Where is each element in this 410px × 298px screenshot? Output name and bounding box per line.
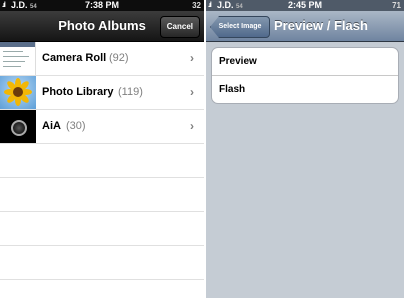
chevron-right-icon: › xyxy=(190,85,194,99)
photo-albums-screen: .ıl J.D. 54 7:38 PM 32 Photo Albums Canc… xyxy=(0,0,204,298)
cancel-button[interactable]: Cancel xyxy=(159,16,200,38)
chevron-right-icon: › xyxy=(190,51,194,65)
preview-flash-screen: .ıl J.D. 54 2:45 PM 71 Select Image Prev… xyxy=(206,0,404,298)
navigation-bar: Photo Albums Cancel xyxy=(0,11,204,42)
status-bar: .ıl J.D. 54 2:45 PM 71 xyxy=(206,0,404,11)
select-image-back-button[interactable]: Select Image xyxy=(210,16,270,38)
album-list: Camera Roll (92) › Photo Library (119) ›… xyxy=(0,42,204,298)
album-name: Photo Library xyxy=(42,86,114,98)
album-row-camera-roll[interactable]: Camera Roll (92) › xyxy=(0,42,204,76)
navigation-bar: Select Image Preview / Flash xyxy=(206,11,404,42)
album-name: AiA xyxy=(42,120,61,132)
options-group: Preview Flash xyxy=(211,47,399,104)
battery-level: 32 xyxy=(192,1,201,10)
album-count: (30) xyxy=(66,120,86,132)
album-name: Camera Roll xyxy=(42,52,107,64)
status-bar: .ıl J.D. 54 7:38 PM 32 xyxy=(0,0,204,11)
nav-title: Preview / Flash xyxy=(274,18,368,33)
sunflower-thumbnail xyxy=(0,76,36,109)
album-row-photo-library[interactable]: Photo Library (119) › xyxy=(0,76,204,110)
flash-option[interactable]: Flash xyxy=(212,75,398,103)
status-time: 7:38 PM xyxy=(84,0,119,10)
album-count: (119) xyxy=(118,86,143,98)
aia-disc-thumbnail xyxy=(0,110,36,143)
preview-option[interactable]: Preview xyxy=(212,48,398,75)
camera-roll-thumbnail xyxy=(0,42,36,75)
album-row-aia[interactable]: AiA (30) › xyxy=(0,110,204,144)
battery-level: 71 xyxy=(392,1,401,10)
album-count: (92) xyxy=(109,52,129,64)
status-time: 2:45 PM xyxy=(287,0,322,10)
chevron-right-icon: › xyxy=(190,119,194,133)
